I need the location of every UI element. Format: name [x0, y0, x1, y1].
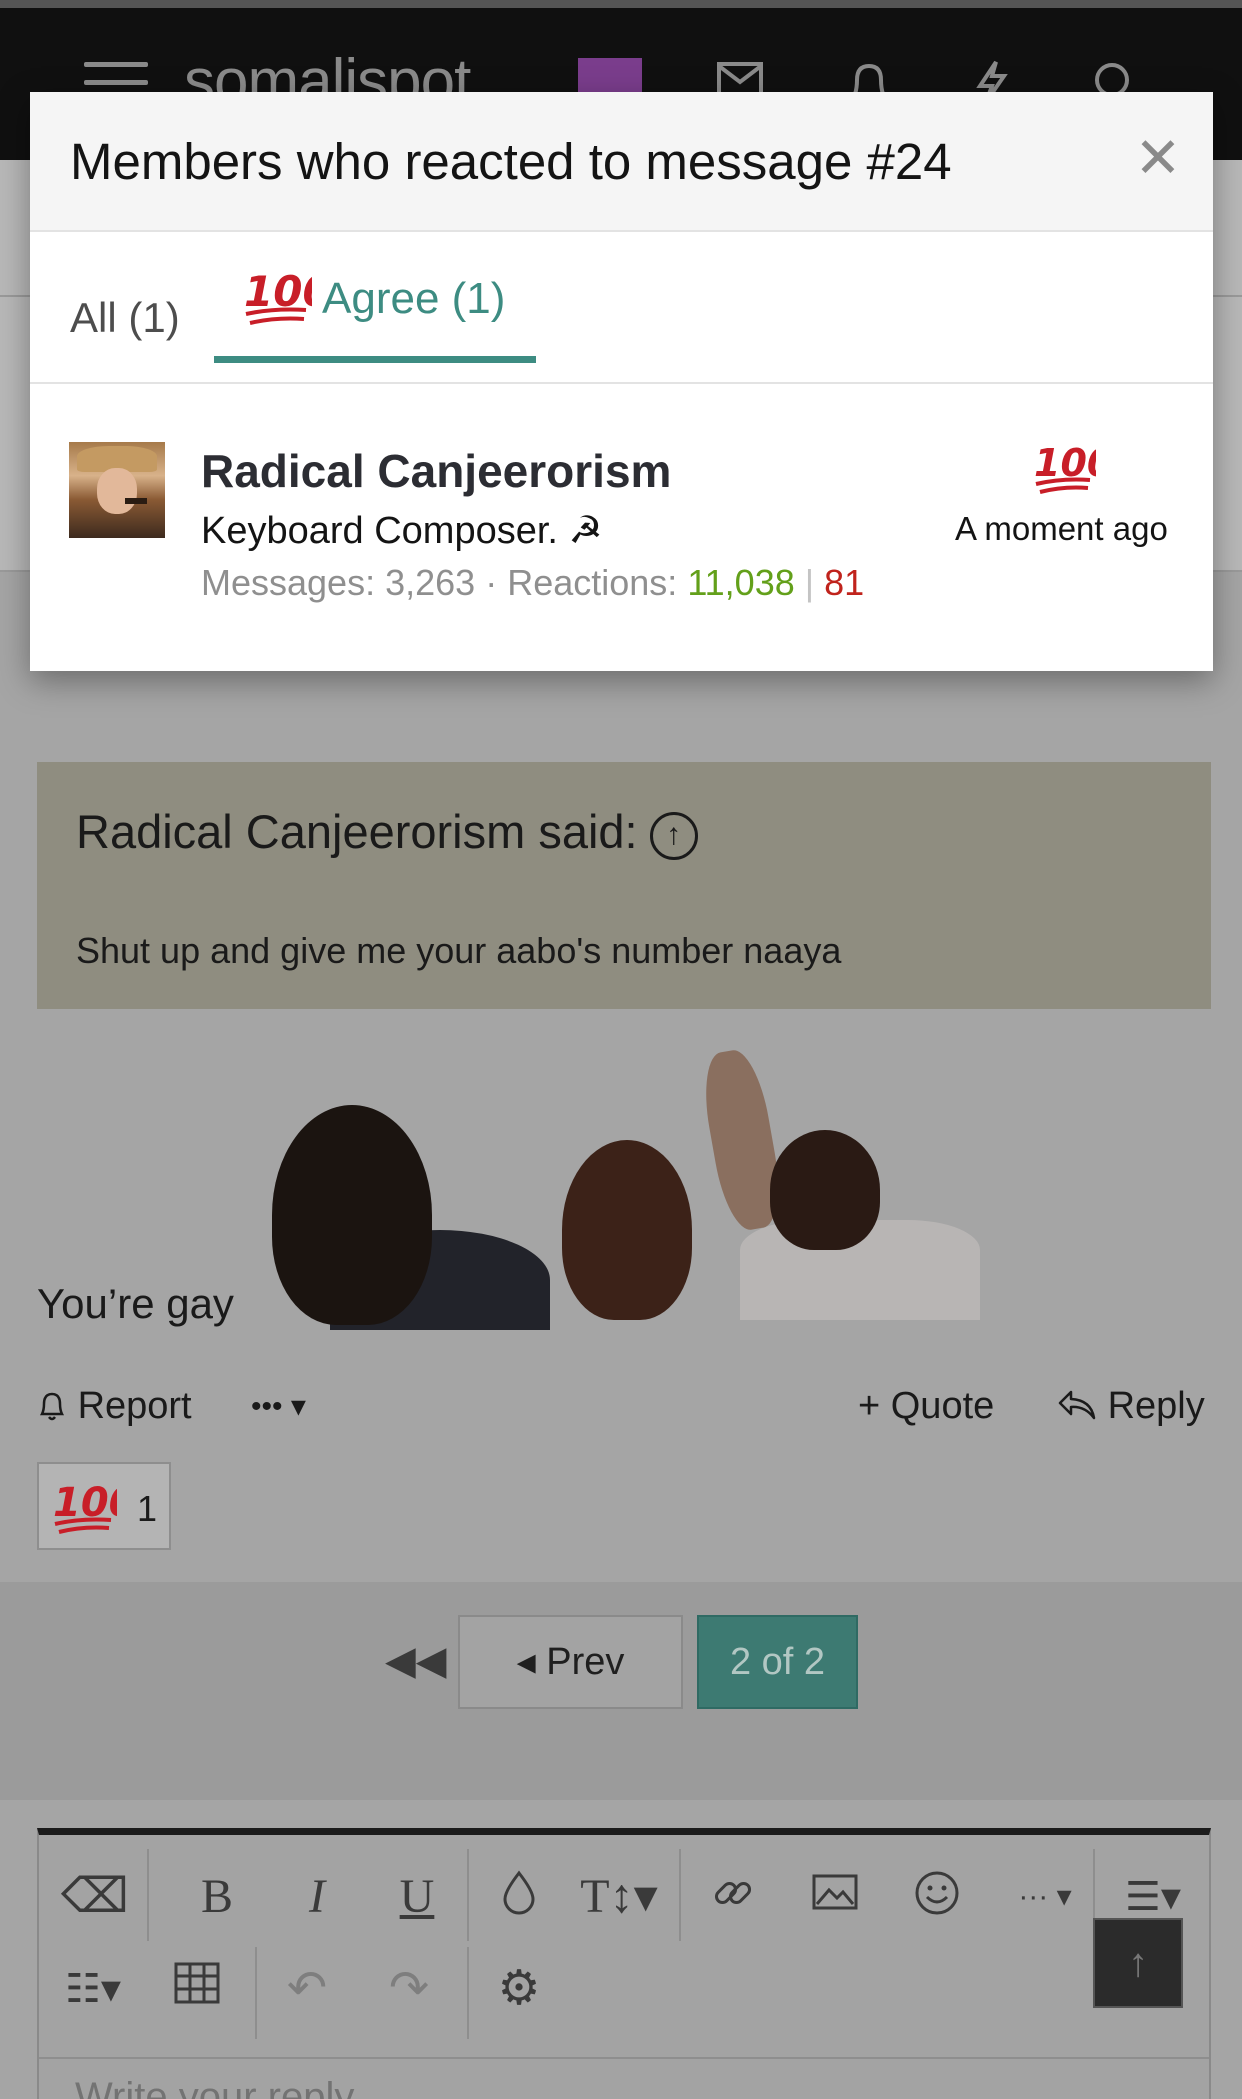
- prev-label: Prev: [546, 1641, 625, 1683]
- member-stats: Messages: 3,263 · Reactions: 11,038 | 81: [201, 562, 865, 603]
- member-title: Keyboard Composer. ☭: [201, 510, 603, 552]
- member-row: Radical Canjeerorism Keyboard Composer. …: [30, 386, 1213, 671]
- color-drop-icon[interactable]: [491, 1869, 547, 1925]
- reply-label: Reply: [1107, 1385, 1205, 1427]
- avatar[interactable]: [69, 442, 165, 538]
- reply-editor: ⌫ B I U T↕▾ ··· ▾ ☰▾ ☷▾ ↶ ↷ ⚙ Write your…: [37, 1828, 1211, 2099]
- hundred-emoji-icon: 100: [49, 1476, 137, 1543]
- align-icon[interactable]: ☰▾: [1113, 1869, 1193, 1925]
- hundred-emoji-icon: 100: [240, 264, 332, 335]
- image-part: [562, 1140, 692, 1320]
- gear-icon[interactable]: ⚙: [491, 1961, 547, 2017]
- underline-icon[interactable]: U: [389, 1869, 445, 1925]
- reactions-label: Reactions:: [507, 562, 678, 603]
- toolbar-separator: [679, 1849, 681, 1941]
- prev-page-button[interactable]: ◂ Prev: [458, 1615, 683, 1709]
- caret-left-icon: ◂: [516, 1641, 536, 1683]
- italic-icon[interactable]: I: [289, 1869, 345, 1925]
- modal-title: Members who reacted to message #24: [70, 133, 952, 190]
- messages-label: Messages:: [201, 562, 376, 603]
- tab-agree-label: Agree (1): [322, 274, 506, 323]
- toolbar-separator: [467, 1849, 469, 1941]
- toolbar-separator: [147, 1849, 149, 1941]
- bell-icon: [39, 1392, 65, 1421]
- quote-block: Radical Canjeerorism said: ↑ Shut up and …: [37, 762, 1211, 1009]
- messages-count: 3,263: [385, 562, 476, 603]
- image-icon[interactable]: [807, 1869, 863, 1925]
- image-part: [272, 1105, 432, 1325]
- post-actions: Report ••• ▾ + Quote Reply: [37, 1385, 1211, 1435]
- reply-icon: [1058, 1390, 1096, 1420]
- caret-down-icon: ▾: [282, 1390, 306, 1423]
- more-options-button[interactable]: ••• ▾: [251, 1389, 306, 1424]
- arrow-up-icon[interactable]: ↑: [649, 811, 698, 860]
- eraser-icon[interactable]: ⌫: [61, 1869, 129, 1925]
- reply-button[interactable]: Reply: [1057, 1385, 1205, 1428]
- modal-header: Members who reacted to message #24 ✕: [30, 92, 1213, 232]
- redo-icon[interactable]: ↷: [381, 1961, 437, 2017]
- reactions-modal: Members who reacted to message #24 ✕ All…: [30, 92, 1213, 671]
- tab-agree[interactable]: 100 Agree (1): [214, 234, 536, 382]
- reaction-count: 1: [137, 1488, 158, 1529]
- first-page-icon[interactable]: ◀◀: [385, 1638, 447, 1732]
- reply-input[interactable]: Write your reply...: [75, 2075, 385, 2099]
- link-icon[interactable]: [705, 1869, 761, 1925]
- scroll-to-top-button[interactable]: ↑: [1093, 1918, 1183, 2008]
- image-part: [770, 1130, 880, 1250]
- toolbar-separator: [467, 1947, 469, 2039]
- toolbar-separator: [255, 1947, 257, 2039]
- quote-author-line[interactable]: Radical Canjeerorism said: ↑: [76, 804, 698, 860]
- undo-icon[interactable]: ↶: [279, 1961, 335, 2017]
- tab-all[interactable]: All (1): [70, 294, 180, 342]
- hundred-emoji-icon: 100: [1030, 438, 1113, 505]
- report-label: Report: [77, 1385, 192, 1427]
- bold-icon[interactable]: B: [189, 1869, 245, 1925]
- smiley-icon[interactable]: [909, 1869, 965, 1925]
- divider: [39, 2057, 1209, 2059]
- quote-button[interactable]: + Quote: [858, 1385, 994, 1428]
- quote-author: Radical Canjeerorism said:: [76, 805, 638, 858]
- reactions-positive: 11,038: [687, 562, 795, 603]
- member-name[interactable]: Radical Canjeerorism: [201, 444, 671, 498]
- reaction-time: A moment ago: [955, 510, 1168, 547]
- reaction-summary[interactable]: 100 1: [37, 1462, 171, 1550]
- quote-text: Shut up and give me your aabo's number n…: [76, 930, 842, 971]
- more-options-icon[interactable]: ··· ▾: [1005, 1869, 1085, 1925]
- active-tab-indicator: [214, 356, 536, 363]
- post-body-text: You’re gay: [37, 1280, 234, 1327]
- font-size-icon[interactable]: T↕▾: [579, 1869, 659, 1925]
- report-button[interactable]: Report: [37, 1385, 192, 1428]
- table-icon[interactable]: [169, 1961, 225, 2017]
- more-label: •••: [251, 1390, 283, 1423]
- reactions-negative: 81: [824, 562, 865, 603]
- current-page-indicator[interactable]: 2 of 2: [697, 1615, 858, 1709]
- list-icon[interactable]: ☷▾: [53, 1961, 133, 2017]
- close-icon[interactable]: ✕: [1134, 130, 1182, 186]
- reaction-tabs: All (1) 100 Agree (1): [30, 234, 1213, 384]
